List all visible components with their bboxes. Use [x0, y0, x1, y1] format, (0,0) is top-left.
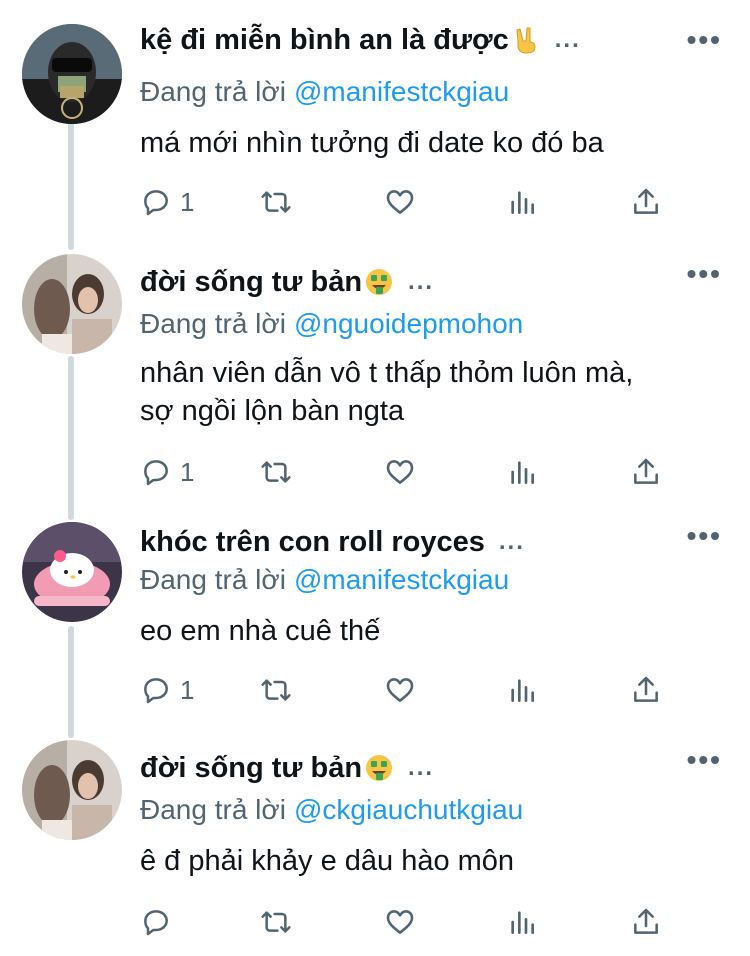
share-icon [634, 188, 658, 214]
tweet-actions: 1 [140, 452, 680, 492]
tweet-text-line: ê đ phải khảy e dâu hào môn [140, 845, 515, 877]
like-button[interactable] [384, 902, 416, 942]
reply-icon [144, 910, 168, 936]
more-options-icon[interactable]: ••• [687, 258, 722, 290]
more-options-icon[interactable]: ••• [687, 24, 722, 56]
avatar[interactable] [22, 522, 122, 622]
name-ellipsis: ... [498, 528, 525, 555]
display-name[interactable]: đời sống tư bản [140, 752, 362, 785]
like-icon [386, 190, 414, 214]
views-button[interactable] [506, 182, 538, 222]
avatar[interactable] [22, 24, 122, 124]
tweet-actions: 1 [140, 182, 680, 222]
replying-to-label: Đang trả lời [140, 308, 286, 339]
money-mouth-face-icon [364, 753, 394, 783]
reply-handle-link[interactable]: @nguoidepmohon [294, 308, 523, 339]
retweet-icon [261, 461, 291, 483]
views-icon [511, 911, 534, 934]
replying-to: Đang trả lời @manifestckgiau [140, 564, 509, 596]
display-name-row[interactable]: đời sống tư bản ... [140, 748, 434, 788]
views-button[interactable] [506, 670, 538, 710]
replying-to-label: Đang trả lời [140, 76, 286, 107]
tweet-text: eo em nhà cuê thế [140, 612, 380, 650]
display-name-row[interactable]: khóc trên con roll royces ... [140, 522, 525, 562]
avatar[interactable] [22, 254, 122, 354]
retweet-button[interactable] [260, 902, 292, 942]
views-icon [511, 461, 534, 484]
tweet-text: má mới nhìn tưởng đi date ko đó ba [140, 124, 604, 162]
views-icon [511, 679, 534, 702]
tweet[interactable]: đời sống tư bản ... ••• Đang trả lời @ngu… [0, 254, 750, 494]
share-button[interactable] [630, 182, 662, 222]
tweet-text: nhân viên dẫn vô t thấp thỏm luôn mà, sợ… [140, 354, 633, 430]
name-ellipsis: ... [408, 268, 435, 295]
tweet-text-line: eo em nhà cuê thế [140, 615, 381, 647]
retweet-icon [261, 191, 291, 213]
money-mouth-face-icon [364, 267, 394, 297]
victory-hand-icon [511, 25, 541, 55]
more-options-icon[interactable]: ••• [687, 520, 722, 552]
share-icon [634, 908, 658, 934]
replying-to: Đang trả lời @ckgiauchutkgiau [140, 794, 523, 826]
avatar[interactable] [22, 740, 122, 840]
retweet-button[interactable] [260, 182, 292, 222]
tweet-actions [140, 902, 680, 942]
reply-handle-link[interactable]: @ckgiauchutkgiau [294, 794, 523, 825]
retweet-button[interactable] [260, 452, 292, 492]
tweet-text-line: má mới nhìn tưởng đi date ko đó ba [140, 127, 604, 159]
like-button[interactable] [384, 670, 416, 710]
display-name[interactable]: kệ đi miễn bình an là được [140, 24, 509, 57]
tweet[interactable]: đời sống tư bản ... ••• Đang trả lời @ckg… [0, 740, 750, 950]
replying-to-label: Đang trả lời [140, 564, 286, 595]
like-button[interactable] [384, 452, 416, 492]
display-name-row[interactable]: đời sống tư bản ... [140, 262, 434, 302]
reply-icon [144, 678, 168, 704]
reply-handle-link[interactable]: @manifestckgiau [294, 564, 509, 595]
like-button[interactable] [384, 182, 416, 222]
name-ellipsis: ... [408, 754, 435, 781]
share-button[interactable] [630, 902, 662, 942]
retweet-icon [261, 911, 291, 933]
like-icon [386, 460, 414, 484]
views-icon [511, 191, 534, 214]
retweet-button[interactable] [260, 670, 292, 710]
tweet-text-line: nhân viên dẫn vô t thấp thỏm luôn mà, [140, 357, 634, 389]
display-name[interactable]: khóc trên con roll royces [140, 526, 485, 559]
share-icon [634, 676, 658, 702]
tweet-actions: 1 [140, 670, 680, 710]
like-icon [386, 910, 414, 934]
display-name[interactable]: đời sống tư bản [140, 266, 362, 299]
reply-button[interactable]: 1 [140, 670, 194, 710]
reply-count: 1 [180, 186, 195, 217]
reply-button[interactable]: 1 [140, 452, 194, 492]
tweet[interactable]: khóc trên con roll royces ... ••• Đang t… [0, 520, 750, 722]
reply-count: 1 [180, 456, 195, 487]
replying-to-label: Đang trả lời [140, 794, 286, 825]
reply-count: 1 [180, 674, 195, 705]
share-icon [634, 458, 658, 484]
more-options-icon[interactable]: ••• [687, 744, 722, 776]
reply-handle-link[interactable]: @manifestckgiau [294, 76, 509, 107]
tweet[interactable]: kệ đi miễn bình an là được ... ••• Đang … [0, 24, 750, 224]
like-icon [386, 678, 414, 702]
tweet-text: ê đ phải khảy e dâu hào môn [140, 842, 514, 880]
replying-to: Đang trả lời @manifestckgiau [140, 76, 509, 108]
replying-to: Đang trả lời @nguoidepmohon [140, 308, 523, 340]
reply-button[interactable] [140, 902, 180, 942]
share-button[interactable] [630, 670, 662, 710]
display-name-row[interactable]: kệ đi miễn bình an là được ... [140, 20, 581, 60]
reply-icon [144, 460, 168, 486]
retweet-icon [261, 679, 291, 701]
tweet-text-line: sợ ngồi lộn bàn ngta [140, 395, 405, 427]
views-button[interactable] [506, 902, 538, 942]
views-button[interactable] [506, 452, 538, 492]
reply-icon [144, 190, 168, 216]
share-button[interactable] [630, 452, 662, 492]
name-ellipsis: ... [554, 26, 581, 53]
reply-button[interactable]: 1 [140, 182, 194, 222]
